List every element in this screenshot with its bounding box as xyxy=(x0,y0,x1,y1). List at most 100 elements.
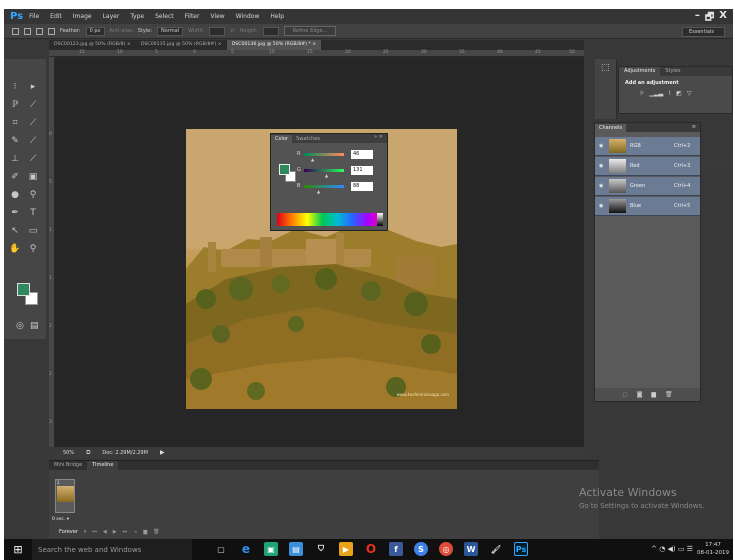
visibility-eye-icon[interactable]: ◉ xyxy=(599,163,603,169)
store-bag-icon[interactable]: ⛉ xyxy=(314,542,328,556)
edge-browser-icon[interactable]: e xyxy=(239,542,253,556)
previous-frame-icon[interactable]: ◀ xyxy=(103,529,107,535)
new-selection-icon[interactable] xyxy=(24,27,31,35)
menu-help[interactable]: Help xyxy=(270,13,284,20)
quick-mask-icon[interactable]: ◎ xyxy=(16,321,24,331)
skype-icon[interactable]: S xyxy=(414,542,428,556)
first-frame-icon[interactable]: ⏮ xyxy=(92,529,97,535)
channel-row-rgb[interactable]: ◉ RGB Ctrl+2 xyxy=(595,137,700,156)
swap-icon[interactable]: ⇄ xyxy=(230,28,234,34)
clone-stamp-icon[interactable]: ⊥ xyxy=(8,153,22,165)
tab-swatches[interactable]: Swatches xyxy=(292,135,324,143)
panel-close-icon[interactable]: » ✕ xyxy=(374,134,383,140)
height-input[interactable] xyxy=(262,26,279,36)
menu-edit[interactable]: Edit xyxy=(50,13,62,20)
channel-row-red[interactable]: ◉ Red Ctrl+3 xyxy=(595,157,700,176)
taskbar-search[interactable]: Search the web and Windows xyxy=(32,539,192,560)
foreground-color-swatch[interactable] xyxy=(17,283,30,296)
color-spectrum-ramp[interactable] xyxy=(277,213,383,226)
menu-type[interactable]: Type xyxy=(130,13,144,20)
opera-icon[interactable]: O xyxy=(364,542,378,556)
document-tab[interactable]: DSC00135.jpg @ 50% (RGB/8#) × xyxy=(136,40,227,50)
blue-slider[interactable] xyxy=(304,185,344,188)
eyedropper-icon[interactable]: ⟋ xyxy=(26,117,40,129)
tab-styles[interactable]: Styles xyxy=(660,67,685,76)
brightness-icon[interactable]: ☼ xyxy=(639,90,644,97)
subtract-selection-icon[interactable] xyxy=(48,27,55,35)
hand-tool-icon[interactable]: ✋ xyxy=(8,243,22,255)
frame-delay-select[interactable]: 0 sec. ▾ xyxy=(52,517,69,522)
status-menu-icon[interactable]: ▶ xyxy=(160,449,165,456)
media-player-icon[interactable]: ▶ xyxy=(339,542,353,556)
file-explorer-icon[interactable]: ▤ xyxy=(289,542,303,556)
style-select[interactable]: Normal xyxy=(157,26,184,36)
gradient-tool-icon[interactable]: ▣ xyxy=(26,171,40,183)
canvas-area[interactable]: www.kashmirvisaapp.com Color Swatches » … xyxy=(55,57,584,447)
dodge-tool-icon[interactable]: ⚲ xyxy=(26,189,40,201)
marquee-tool-icon[interactable] xyxy=(12,27,19,35)
new-channel-icon[interactable]: ▆ xyxy=(651,391,656,398)
save-selection-icon[interactable]: ◙ xyxy=(637,391,643,398)
slider-thumb-icon[interactable]: ▲ xyxy=(317,189,320,194)
chrome-icon[interactable]: ◎ xyxy=(439,542,453,556)
facebook-icon[interactable]: f xyxy=(389,542,403,556)
zoom-level[interactable]: 50% xyxy=(63,450,74,456)
rectangle-tool-icon[interactable]: ▭ xyxy=(26,225,40,237)
dropdown-chevron-icon[interactable]: ▾ xyxy=(84,529,87,535)
blur-tool-icon[interactable]: ● xyxy=(8,189,22,201)
refine-edge-button[interactable]: Refine Edge... xyxy=(283,26,337,36)
tween-icon[interactable]: ↘ xyxy=(133,529,137,535)
word-icon[interactable]: W xyxy=(464,542,478,556)
feather-input[interactable]: 0 px xyxy=(85,26,105,36)
delete-channel-icon[interactable]: 🗑 xyxy=(665,391,673,398)
menu-view[interactable]: View xyxy=(210,13,224,20)
menu-window[interactable]: Window xyxy=(236,13,260,20)
lasso-tool-icon[interactable]: ℙ xyxy=(8,99,22,111)
add-selection-icon[interactable] xyxy=(36,27,43,35)
healing-brush-icon[interactable]: ✎ xyxy=(8,135,22,147)
red-value-input[interactable]: 46 xyxy=(351,150,373,159)
exposure-icon[interactable]: ◩ xyxy=(676,90,682,97)
load-selection-icon[interactable]: ◌ xyxy=(622,391,627,398)
duplicate-frame-icon[interactable]: ▆ xyxy=(143,529,147,535)
panel-menu-icon[interactable]: ≡ xyxy=(692,124,696,130)
visibility-eye-icon[interactable]: ◉ xyxy=(599,183,603,189)
channels-panel[interactable]: Channels ≡ ◉ RGB Ctrl+2 ◉ Red Ctrl+3 ◉ G… xyxy=(594,122,701,402)
paint-icon[interactable]: 🖌 xyxy=(489,542,503,556)
document-tab-active[interactable]: DSC00136.jpg @ 50% (RGB/8#) * × xyxy=(226,40,322,50)
brush-tool-icon[interactable]: ⟋ xyxy=(26,135,40,147)
taskbar-clock[interactable]: 17:47 08-01-2019 xyxy=(697,541,729,557)
tab-timeline[interactable]: Timeline xyxy=(87,461,119,470)
move-tool-icon[interactable]: ⁝ xyxy=(8,81,22,93)
system-tray-icons[interactable]: ^ ◔ ◀) ▭ ☰ xyxy=(651,545,693,553)
artboard-tool-icon[interactable]: ▸ xyxy=(26,81,40,93)
visibility-eye-icon[interactable]: ◉ xyxy=(599,143,603,149)
crop-tool-icon[interactable]: ⌗ xyxy=(8,117,22,129)
tab-color[interactable]: Color xyxy=(271,135,293,143)
color-foreground-swatch[interactable] xyxy=(279,164,290,175)
width-input[interactable] xyxy=(209,26,226,36)
play-icon[interactable]: ▶ xyxy=(113,529,117,535)
store-icon[interactable]: ▣ xyxy=(264,542,278,556)
zoom-tool-icon[interactable]: ⚲ xyxy=(26,243,40,255)
green-slider[interactable] xyxy=(304,169,344,172)
visibility-eye-icon[interactable]: ◉ xyxy=(599,203,603,209)
screen-mode-icon[interactable]: ▤ xyxy=(30,321,39,331)
windows-start-icon[interactable]: ⊞ xyxy=(4,543,32,556)
loop-options-select[interactable]: Forever xyxy=(59,529,78,535)
channel-row-green[interactable]: ◉ Green Ctrl+4 xyxy=(595,177,700,196)
red-slider[interactable] xyxy=(304,153,344,156)
animation-frame[interactable]: 1 xyxy=(55,479,75,513)
next-frame-icon[interactable]: ⏭ xyxy=(123,529,128,535)
curves-icon[interactable]: ⌇ xyxy=(668,90,671,97)
blue-value-input[interactable]: 88 xyxy=(351,182,373,191)
eraser-tool-icon[interactable]: ✐ xyxy=(8,171,22,183)
document-tab[interactable]: DSC00123.jpg @ 50% (RGB/8) × xyxy=(49,40,136,50)
menu-select[interactable]: Select xyxy=(155,13,174,20)
task-view-icon[interactable]: ▢ xyxy=(214,542,228,556)
antialias-checkbox[interactable]: Anti-alias xyxy=(110,28,133,34)
slider-thumb-icon[interactable]: ▲ xyxy=(325,173,328,178)
tab-channels[interactable]: Channels xyxy=(595,124,627,132)
magic-wand-icon[interactable]: ⟋ xyxy=(26,99,40,111)
channel-row-blue[interactable]: ◉ Blue Ctrl+5 xyxy=(595,197,700,216)
